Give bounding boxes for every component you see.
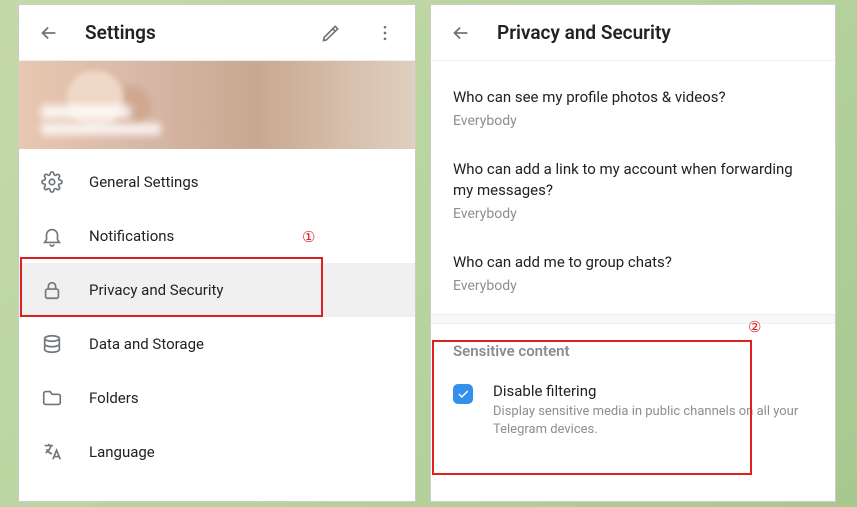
sidebar-item-label: Data and Storage <box>89 335 204 353</box>
sidebar-item-label: Notifications <box>89 227 174 245</box>
privacy-body: Who can see my profile photos & videos? … <box>431 61 835 458</box>
settings-panel: Settings General Settings Notifications <box>18 4 416 502</box>
privacy-question: Who can add a link to my account when fo… <box>453 159 813 200</box>
back-button[interactable] <box>443 15 479 51</box>
privacy-question: Who can see my profile photos & videos? <box>453 87 813 107</box>
profile-banner[interactable] <box>19 61 415 149</box>
privacy-row-groups[interactable]: Who can add me to group chats? Everybody <box>453 238 813 310</box>
folder-icon <box>41 387 63 409</box>
privacy-value: Everybody <box>453 113 813 129</box>
sidebar-item-notifications[interactable]: Notifications <box>19 209 415 263</box>
sidebar-item-language[interactable]: Language <box>19 425 415 479</box>
privacy-header: Privacy and Security <box>431 5 835 61</box>
disable-filtering-text: Disable filtering Display sensitive medi… <box>493 382 813 438</box>
settings-header: Settings <box>19 5 415 61</box>
sidebar-item-label: General Settings <box>89 173 199 191</box>
bell-icon <box>41 225 63 247</box>
settings-list: General Settings Notifications Privacy a… <box>19 149 415 479</box>
sidebar-item-label: Privacy and Security <box>89 281 224 299</box>
database-icon <box>41 333 63 355</box>
sidebar-item-data[interactable]: Data and Storage <box>19 317 415 371</box>
back-button[interactable] <box>31 15 67 51</box>
check-icon <box>456 387 470 401</box>
sidebar-item-folders[interactable]: Folders <box>19 371 415 425</box>
privacy-row-photos[interactable]: Who can see my profile photos & videos? … <box>453 73 813 145</box>
privacy-row-forward[interactable]: Who can add a link to my account when fo… <box>453 145 813 238</box>
arrow-left-icon <box>450 22 472 44</box>
privacy-title: Privacy and Security <box>497 21 823 44</box>
privacy-value: Everybody <box>453 206 813 222</box>
sidebar-item-label: Language <box>89 443 155 461</box>
disable-filtering-title: Disable filtering <box>493 382 813 400</box>
lock-icon <box>41 279 63 301</box>
settings-title: Settings <box>85 21 295 44</box>
edit-button[interactable] <box>313 15 349 51</box>
disable-filtering-row[interactable]: Disable filtering Display sensitive medi… <box>453 372 813 458</box>
more-vertical-icon <box>375 23 395 43</box>
privacy-question: Who can add me to group chats? <box>453 252 813 272</box>
privacy-value: Everybody <box>453 278 813 294</box>
sidebar-item-label: Folders <box>89 389 139 407</box>
sidebar-item-general[interactable]: General Settings <box>19 155 415 209</box>
section-divider <box>431 314 835 324</box>
profile-name-blur <box>41 105 131 119</box>
disable-filtering-desc: Display sensitive media in public channe… <box>493 403 813 438</box>
language-icon <box>41 441 63 463</box>
sidebar-item-privacy[interactable]: Privacy and Security <box>19 263 415 317</box>
disable-filtering-checkbox[interactable] <box>453 384 473 404</box>
sensitive-section-title: Sensitive content <box>453 324 813 372</box>
arrow-left-icon <box>38 22 60 44</box>
gear-icon <box>41 171 63 193</box>
privacy-panel: Privacy and Security Who can see my prof… <box>430 4 836 502</box>
more-button[interactable] <box>367 15 403 51</box>
pencil-icon <box>321 23 341 43</box>
profile-subtitle-blur <box>41 123 161 135</box>
